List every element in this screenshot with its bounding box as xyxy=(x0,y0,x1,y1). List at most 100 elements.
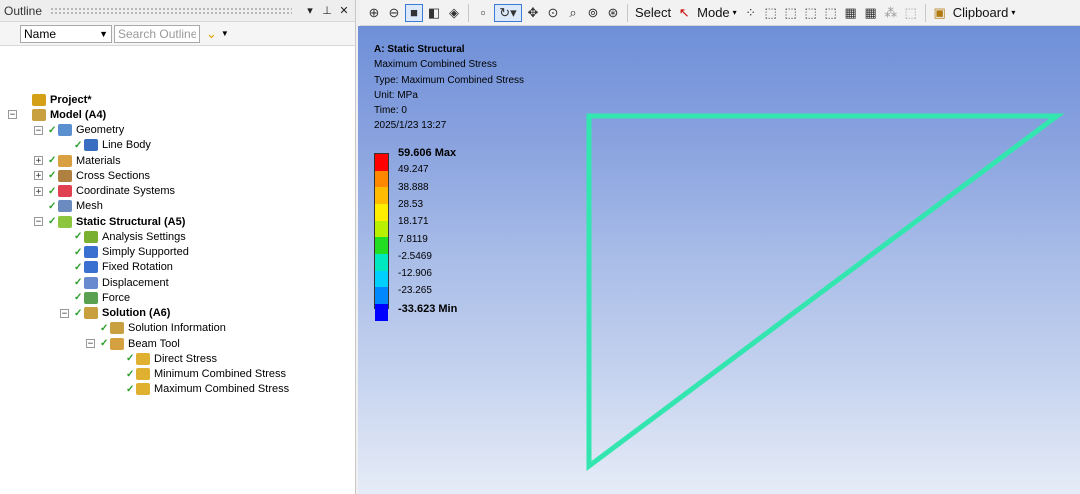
collapse-icon[interactable]: − xyxy=(34,125,43,135)
tree-item-geometry[interactable]: − ✓ Geometry xyxy=(34,123,124,138)
panel-menu-button[interactable]: ▾ xyxy=(303,4,317,17)
tree-item-simply-supported[interactable]: ✓ Simply Supported xyxy=(60,245,189,260)
collapse-icon[interactable]: − xyxy=(34,217,43,227)
beam-tool-icon xyxy=(110,337,124,350)
tree-item-materials[interactable]: + ✓ Materials xyxy=(34,153,121,168)
status-check-icon: ✓ xyxy=(74,307,83,319)
select-vertex-icon[interactable]: ⁘ xyxy=(742,4,760,22)
status-check-icon: ✓ xyxy=(126,353,135,365)
tree-item-label: Fixed Rotation xyxy=(102,261,173,274)
pin-icon[interactable]: ⊥ xyxy=(320,4,334,17)
close-icon[interactable]: ✕ xyxy=(337,4,351,17)
shaded-view-icon[interactable]: ■ xyxy=(405,3,423,22)
beam-frame[interactable] xyxy=(586,113,1065,471)
tree-item-analysis-settings[interactable]: ✓ Analysis Settings xyxy=(60,229,186,244)
tree-item-project[interactable]: Project* xyxy=(8,92,92,107)
tree-item-label: Simply Supported xyxy=(102,246,189,259)
rotate-icon[interactable]: ↻▾ xyxy=(494,3,522,22)
tree-item-label: Minimum Combined Stress xyxy=(154,368,287,381)
beam-frame-model[interactable] xyxy=(358,26,1080,494)
tree-item-direct-stress[interactable]: ✓ Direct Stress xyxy=(112,351,217,366)
outline-filter-row: Name ▼ ⌄ ▼ xyxy=(0,22,355,46)
panel-grip[interactable] xyxy=(50,6,292,15)
status-check-icon: ✓ xyxy=(74,231,83,243)
select-face-icon[interactable]: ⬚ xyxy=(782,4,800,22)
select-edge-icon[interactable]: ⬚ xyxy=(762,4,780,22)
outline-title: Outline xyxy=(4,3,43,18)
status-check-icon: ✓ xyxy=(48,155,57,167)
status-check-icon: ✓ xyxy=(100,322,109,334)
filter-type-select[interactable]: Name ▼ xyxy=(20,24,112,43)
mode-chevron-icon[interactable]: ▾ xyxy=(733,8,737,17)
mesh-icon xyxy=(58,200,72,213)
tree-item-label: Maximum Combined Stress xyxy=(154,383,290,396)
toolbar-separator xyxy=(468,3,469,22)
filter-icon[interactable]: ⌄ xyxy=(206,26,217,42)
collapse-icon[interactable]: − xyxy=(8,110,17,120)
displacement-icon xyxy=(84,276,98,289)
select-body-icon[interactable]: ⬚ xyxy=(802,4,820,22)
select-node-icon[interactable]: ⬚ xyxy=(822,4,840,22)
tree-item-label: Solution Information xyxy=(128,322,226,335)
analysis-settings-icon xyxy=(84,230,98,243)
wireframe-icon[interactable]: ◧ xyxy=(425,4,443,22)
select-button[interactable]: Select xyxy=(635,5,671,20)
zoom-to-fit-icon[interactable]: ⊚ xyxy=(584,4,602,22)
select-element-icon[interactable]: ▦ xyxy=(842,4,860,22)
outline-header: Outline ▾ ⊥ ✕ xyxy=(0,0,355,22)
expand-icon[interactable]: + xyxy=(34,171,43,181)
clipboard-chevron-icon[interactable]: ▾ xyxy=(1011,8,1015,17)
tree-item-minimum-combined-stress[interactable]: ✓ Minimum Combined Stress xyxy=(112,367,286,382)
box-zoom-icon[interactable]: ⌕ xyxy=(564,4,582,22)
tree-item-beam-tool[interactable]: − ✓ Beam Tool xyxy=(86,336,180,351)
tree-item-label: Project* xyxy=(50,93,92,106)
zoom-out-icon[interactable]: ⊖ xyxy=(385,4,403,22)
graphics-viewport[interactable]: A: Static Structural Maximum Combined St… xyxy=(358,26,1080,494)
tree-item-static-structural-a5[interactable]: − ✓ Static Structural (A5) xyxy=(34,214,185,229)
status-check-icon: ✓ xyxy=(126,383,135,395)
tree-item-coordinate-systems[interactable]: + ✓ Coordinate Systems xyxy=(34,184,175,199)
tree-item-mesh[interactable]: ✓ Mesh xyxy=(34,199,103,214)
tree-item-solution-information[interactable]: ✓ Solution Information xyxy=(86,321,226,336)
collapse-icon[interactable]: − xyxy=(86,339,95,349)
extend-selection-icon[interactable]: ⁂ xyxy=(882,4,900,22)
magnifier-icon[interactable]: ⊛ xyxy=(604,4,622,22)
force-icon xyxy=(84,291,98,304)
status-check-icon: ✓ xyxy=(48,185,57,197)
tree-item-line-body[interactable]: ✓ Line Body xyxy=(60,138,151,153)
tree-item-maximum-combined-stress[interactable]: ✓ Maximum Combined Stress xyxy=(112,382,289,397)
tree-item-solution-a6[interactable]: − ✓ Solution (A6) xyxy=(60,306,170,321)
toolbar-separator xyxy=(924,3,926,22)
tree-item-label: Direct Stress xyxy=(154,352,217,365)
tree-item-label: Displacement xyxy=(102,276,169,289)
select-mesh-icon[interactable]: ▦ xyxy=(862,4,880,22)
expand-icon[interactable]: + xyxy=(34,186,43,196)
tree-item-displacement[interactable]: ✓ Displacement xyxy=(60,275,169,290)
outline-panel: Outline ▾ ⊥ ✕ Name ▼ ⌄ ▼ Project*−Model … xyxy=(0,0,356,494)
result-icon xyxy=(136,368,150,381)
collapse-icon[interactable]: − xyxy=(60,308,69,318)
tree-item-force[interactable]: ✓ Force xyxy=(60,290,130,305)
show-edges-icon[interactable]: ▫ xyxy=(474,4,492,22)
status-check-icon: ✓ xyxy=(74,261,83,273)
search-outline-input[interactable] xyxy=(114,24,200,43)
tree-item-label: Line Body xyxy=(102,139,151,152)
tree-item-label: Mesh xyxy=(76,200,103,213)
zoom-icon[interactable]: ⊙ xyxy=(544,4,562,22)
tree-item-fixed-rotation[interactable]: ✓ Fixed Rotation xyxy=(60,260,173,275)
tree-item-model-a4[interactable]: − Model (A4) xyxy=(8,107,106,122)
tree-item-cross-sections[interactable]: + ✓ Cross Sections xyxy=(34,168,150,183)
zoom-in-icon[interactable]: ⊕ xyxy=(365,4,383,22)
filter-options-arrow-icon[interactable]: ▼ xyxy=(221,29,229,38)
mode-button[interactable]: Mode xyxy=(697,5,730,20)
cursor-icon[interactable]: ↖ xyxy=(675,4,693,22)
pan-icon[interactable]: ✥ xyxy=(524,4,542,22)
select-all-icon[interactable]: ⬚ xyxy=(902,4,920,22)
expand-icon[interactable]: + xyxy=(34,156,43,166)
coordinate-systems-icon xyxy=(58,185,72,198)
clipboard-button[interactable]: Clipboard xyxy=(953,5,1009,20)
display-style-icon[interactable]: ◈ xyxy=(445,4,463,22)
result-icon xyxy=(136,352,150,365)
clipboard-icon[interactable]: ▣ xyxy=(931,4,949,22)
solution-information-icon xyxy=(110,322,124,335)
